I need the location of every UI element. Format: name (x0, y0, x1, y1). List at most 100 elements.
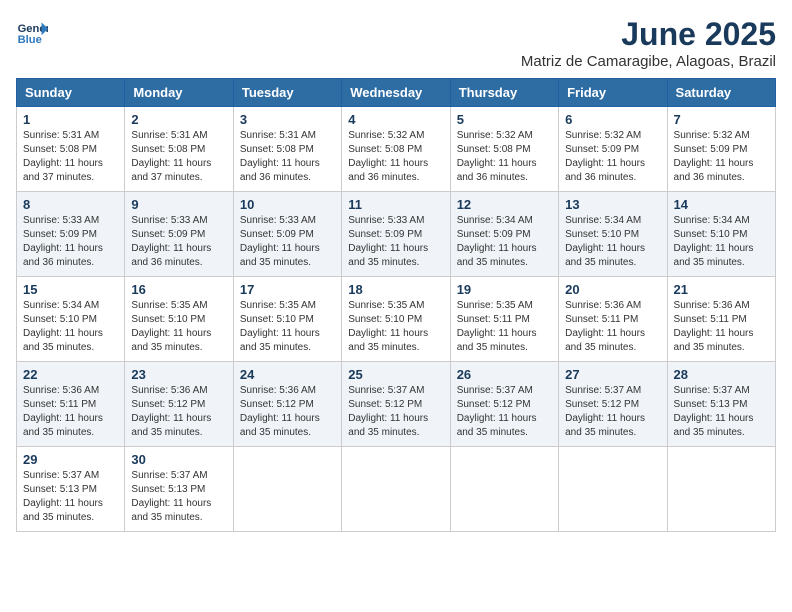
day-number: 7 (674, 112, 769, 127)
svg-text:Blue: Blue (18, 34, 42, 46)
day-info: Sunrise: 5:32 AM Sunset: 5:09 PM Dayligh… (565, 129, 660, 185)
calendar-cell: 30 Sunrise: 5:37 AM Sunset: 5:13 PM Dayl… (125, 447, 233, 532)
weekday-header-row: SundayMondayTuesdayWednesdayThursdayFrid… (17, 79, 776, 107)
page-header: General Blue June 2025 Matriz de Camarag… (16, 16, 776, 70)
day-info: Sunrise: 5:34 AM Sunset: 5:10 PM Dayligh… (674, 214, 769, 270)
day-number: 17 (240, 282, 335, 297)
day-info: Sunrise: 5:33 AM Sunset: 5:09 PM Dayligh… (131, 214, 226, 270)
day-number: 23 (131, 367, 226, 382)
calendar-cell: 19 Sunrise: 5:35 AM Sunset: 5:11 PM Dayl… (450, 277, 558, 362)
day-info: Sunrise: 5:33 AM Sunset: 5:09 PM Dayligh… (240, 214, 335, 270)
day-number: 13 (565, 197, 660, 212)
day-number: 29 (23, 452, 118, 467)
day-info: Sunrise: 5:35 AM Sunset: 5:10 PM Dayligh… (240, 299, 335, 355)
day-number: 8 (23, 197, 118, 212)
day-number: 18 (348, 282, 443, 297)
day-info: Sunrise: 5:37 AM Sunset: 5:12 PM Dayligh… (457, 384, 552, 440)
calendar-table: SundayMondayTuesdayWednesdayThursdayFrid… (16, 78, 776, 532)
day-info: Sunrise: 5:36 AM Sunset: 5:11 PM Dayligh… (23, 384, 118, 440)
day-number: 16 (131, 282, 226, 297)
calendar-cell: 24 Sunrise: 5:36 AM Sunset: 5:12 PM Dayl… (233, 362, 341, 447)
calendar-cell: 3 Sunrise: 5:31 AM Sunset: 5:08 PM Dayli… (233, 107, 341, 192)
day-number: 15 (23, 282, 118, 297)
weekday-header-sunday: Sunday (17, 79, 125, 107)
day-number: 20 (565, 282, 660, 297)
calendar-cell: 7 Sunrise: 5:32 AM Sunset: 5:09 PM Dayli… (667, 107, 775, 192)
calendar-cell (342, 447, 450, 532)
day-number: 24 (240, 367, 335, 382)
day-info: Sunrise: 5:31 AM Sunset: 5:08 PM Dayligh… (23, 129, 118, 185)
day-info: Sunrise: 5:31 AM Sunset: 5:08 PM Dayligh… (240, 129, 335, 185)
calendar-cell: 17 Sunrise: 5:35 AM Sunset: 5:10 PM Dayl… (233, 277, 341, 362)
day-number: 9 (131, 197, 226, 212)
calendar-cell: 9 Sunrise: 5:33 AM Sunset: 5:09 PM Dayli… (125, 192, 233, 277)
day-number: 21 (674, 282, 769, 297)
day-number: 14 (674, 197, 769, 212)
calendar-cell: 15 Sunrise: 5:34 AM Sunset: 5:10 PM Dayl… (17, 277, 125, 362)
calendar-cell: 28 Sunrise: 5:37 AM Sunset: 5:13 PM Dayl… (667, 362, 775, 447)
day-info: Sunrise: 5:37 AM Sunset: 5:13 PM Dayligh… (131, 469, 226, 525)
day-number: 5 (457, 112, 552, 127)
day-number: 30 (131, 452, 226, 467)
weekday-header-thursday: Thursday (450, 79, 558, 107)
calendar-title: June 2025 (521, 16, 776, 53)
calendar-cell: 11 Sunrise: 5:33 AM Sunset: 5:09 PM Dayl… (342, 192, 450, 277)
day-info: Sunrise: 5:31 AM Sunset: 5:08 PM Dayligh… (131, 129, 226, 185)
calendar-cell: 20 Sunrise: 5:36 AM Sunset: 5:11 PM Dayl… (559, 277, 667, 362)
calendar-cell (233, 447, 341, 532)
day-info: Sunrise: 5:35 AM Sunset: 5:10 PM Dayligh… (348, 299, 443, 355)
calendar-cell: 8 Sunrise: 5:33 AM Sunset: 5:09 PM Dayli… (17, 192, 125, 277)
calendar-cell (667, 447, 775, 532)
day-info: Sunrise: 5:36 AM Sunset: 5:11 PM Dayligh… (674, 299, 769, 355)
calendar-cell: 14 Sunrise: 5:34 AM Sunset: 5:10 PM Dayl… (667, 192, 775, 277)
day-number: 28 (674, 367, 769, 382)
day-info: Sunrise: 5:36 AM Sunset: 5:12 PM Dayligh… (131, 384, 226, 440)
logo-icon: General Blue (16, 16, 48, 48)
day-info: Sunrise: 5:37 AM Sunset: 5:13 PM Dayligh… (674, 384, 769, 440)
weekday-header-monday: Monday (125, 79, 233, 107)
day-info: Sunrise: 5:34 AM Sunset: 5:10 PM Dayligh… (23, 299, 118, 355)
calendar-cell: 13 Sunrise: 5:34 AM Sunset: 5:10 PM Dayl… (559, 192, 667, 277)
day-number: 6 (565, 112, 660, 127)
day-number: 22 (23, 367, 118, 382)
day-number: 10 (240, 197, 335, 212)
calendar-cell: 18 Sunrise: 5:35 AM Sunset: 5:10 PM Dayl… (342, 277, 450, 362)
calendar-cell: 25 Sunrise: 5:37 AM Sunset: 5:12 PM Dayl… (342, 362, 450, 447)
day-info: Sunrise: 5:33 AM Sunset: 5:09 PM Dayligh… (348, 214, 443, 270)
day-info: Sunrise: 5:32 AM Sunset: 5:08 PM Dayligh… (348, 129, 443, 185)
day-number: 11 (348, 197, 443, 212)
day-number: 12 (457, 197, 552, 212)
title-area: June 2025 Matriz de Camaragibe, Alagoas,… (521, 16, 776, 70)
day-info: Sunrise: 5:35 AM Sunset: 5:10 PM Dayligh… (131, 299, 226, 355)
calendar-cell (450, 447, 558, 532)
day-number: 19 (457, 282, 552, 297)
week-row-2: 8 Sunrise: 5:33 AM Sunset: 5:09 PM Dayli… (17, 192, 776, 277)
day-number: 3 (240, 112, 335, 127)
calendar-cell: 29 Sunrise: 5:37 AM Sunset: 5:13 PM Dayl… (17, 447, 125, 532)
weekday-header-wednesday: Wednesday (342, 79, 450, 107)
day-number: 1 (23, 112, 118, 127)
day-number: 4 (348, 112, 443, 127)
weekday-header-tuesday: Tuesday (233, 79, 341, 107)
calendar-cell: 26 Sunrise: 5:37 AM Sunset: 5:12 PM Dayl… (450, 362, 558, 447)
week-row-4: 22 Sunrise: 5:36 AM Sunset: 5:11 PM Dayl… (17, 362, 776, 447)
weekday-header-friday: Friday (559, 79, 667, 107)
calendar-cell (559, 447, 667, 532)
day-info: Sunrise: 5:35 AM Sunset: 5:11 PM Dayligh… (457, 299, 552, 355)
day-number: 2 (131, 112, 226, 127)
logo: General Blue (16, 16, 48, 48)
day-info: Sunrise: 5:37 AM Sunset: 5:12 PM Dayligh… (565, 384, 660, 440)
calendar-cell: 16 Sunrise: 5:35 AM Sunset: 5:10 PM Dayl… (125, 277, 233, 362)
calendar-cell: 27 Sunrise: 5:37 AM Sunset: 5:12 PM Dayl… (559, 362, 667, 447)
calendar-cell: 23 Sunrise: 5:36 AM Sunset: 5:12 PM Dayl… (125, 362, 233, 447)
day-info: Sunrise: 5:32 AM Sunset: 5:08 PM Dayligh… (457, 129, 552, 185)
day-info: Sunrise: 5:37 AM Sunset: 5:12 PM Dayligh… (348, 384, 443, 440)
calendar-cell: 1 Sunrise: 5:31 AM Sunset: 5:08 PM Dayli… (17, 107, 125, 192)
day-info: Sunrise: 5:34 AM Sunset: 5:09 PM Dayligh… (457, 214, 552, 270)
day-number: 25 (348, 367, 443, 382)
day-info: Sunrise: 5:34 AM Sunset: 5:10 PM Dayligh… (565, 214, 660, 270)
calendar-cell: 5 Sunrise: 5:32 AM Sunset: 5:08 PM Dayli… (450, 107, 558, 192)
day-info: Sunrise: 5:37 AM Sunset: 5:13 PM Dayligh… (23, 469, 118, 525)
day-info: Sunrise: 5:36 AM Sunset: 5:12 PM Dayligh… (240, 384, 335, 440)
calendar-cell: 2 Sunrise: 5:31 AM Sunset: 5:08 PM Dayli… (125, 107, 233, 192)
